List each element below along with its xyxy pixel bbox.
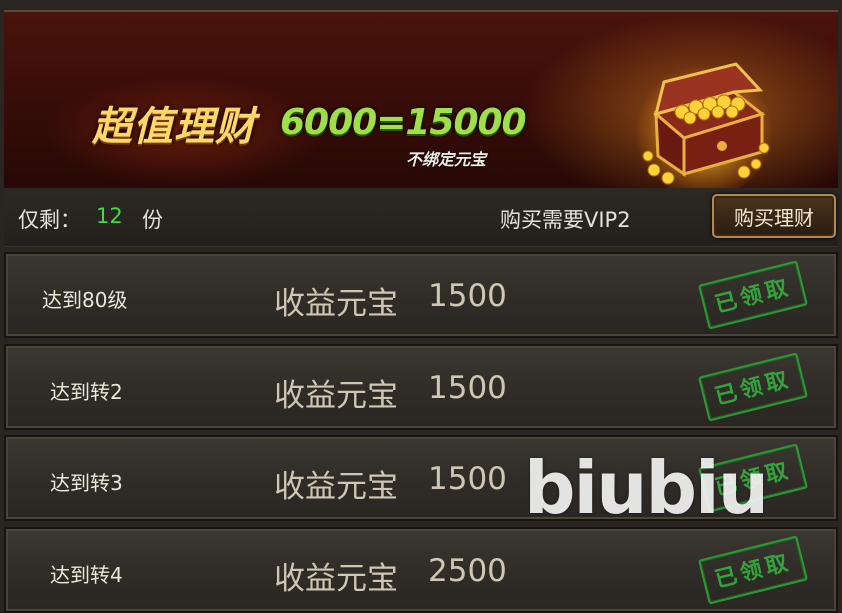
claimed-stamp: 已领取 — [697, 260, 809, 330]
row-reward-label: 收益元宝 — [274, 469, 398, 505]
row-reward-label: 收益元宝 — [274, 286, 398, 322]
row-reward-label: 收益元宝 — [274, 378, 398, 414]
claimed-stamp: 已领取 — [697, 535, 809, 605]
banner-subtitle: 不绑定元宝 — [406, 150, 487, 169]
banner-formula: 6000=15000 — [280, 102, 527, 143]
claimed-stamp: 已领取 — [697, 352, 809, 422]
reward-row: 达到80级 收益元宝 1500 已领取 — [4, 252, 838, 338]
reward-row: 达到转2 收益元宝 1500 已领取 — [4, 344, 838, 430]
banner-title: 超值理财 — [92, 103, 256, 150]
row-reward-label: 收益元宝 — [274, 561, 398, 597]
reward-row: 达到转4 收益元宝 2500 已领取 — [4, 527, 838, 613]
vip-requirement: 购买需要VIP2 — [500, 208, 631, 232]
row-reward-value: 1500 — [428, 370, 507, 406]
finance-panel: 超值理财 6000=15000 不绑定元宝 仅剩： 12 份 购买需要VIP2 … — [0, 0, 842, 613]
promo-banner: 超值理财 6000=15000 不绑定元宝 — [4, 10, 838, 190]
buy-finance-button[interactable]: 购买理财 — [712, 194, 836, 238]
watermark: biubiu — [524, 446, 769, 530]
row-reward-value: 2500 — [428, 553, 507, 589]
row-condition: 达到80级 — [42, 288, 128, 312]
treasure-chest-icon — [634, 57, 774, 190]
row-reward-value: 1500 — [428, 278, 507, 314]
remaining-unit: 份 — [142, 208, 163, 232]
info-bar: 仅剩： 12 份 购买需要VIP2 购买理财 — [4, 188, 838, 247]
row-reward-value: 1500 — [428, 461, 507, 497]
row-condition: 达到转4 — [50, 563, 123, 587]
remaining-count: 12 — [96, 204, 123, 228]
row-condition: 达到转2 — [50, 380, 123, 404]
remaining-label: 仅剩： — [18, 208, 81, 232]
row-condition: 达到转3 — [50, 471, 123, 495]
